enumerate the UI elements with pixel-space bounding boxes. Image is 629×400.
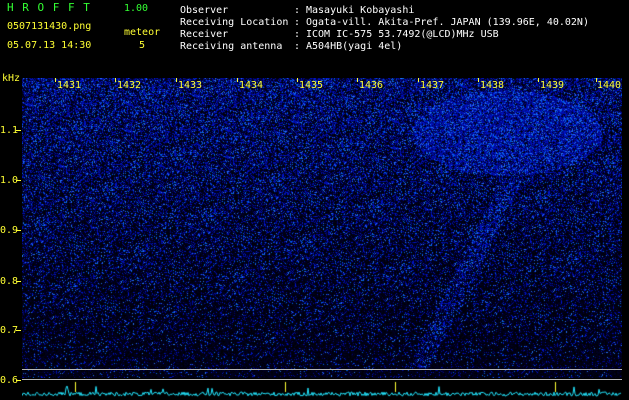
x-tick-label: 1439 [540,80,565,91]
x-tick-mark [357,78,358,82]
x-tick-label: 1434 [239,80,264,91]
x-tick-label: 1440 [597,80,622,91]
location-value: Ogata-vill. Akita-Pref. JAPAN (139.96E, … [306,17,589,28]
receiver-label: Receiver [180,29,229,40]
y-tick-mark [16,330,21,331]
meteor-count-label: meteor [124,27,161,38]
antenna-value: A504HB(yagi 4el) [306,41,403,52]
observation-datetime: 05.07.13 14:30 [7,40,92,51]
observer-colon: : [294,5,301,16]
amplitude-trace [22,380,622,400]
x-tick-mark [55,78,56,82]
x-tick-mark [478,78,479,82]
file-name: 0507131430.png [7,21,92,32]
x-tick-label: 1436 [359,80,384,91]
y-tick-mark [16,230,21,231]
antenna-label: Receiving antenna [180,41,283,52]
y-axis-unit: kHz [2,73,21,84]
app-version: 1.00 [124,3,149,14]
y-tick-mark [16,180,21,181]
amplitude-ceiling-line [22,369,622,370]
meteor-count-value: 5 [139,40,146,51]
y-tick-mark [16,281,21,282]
receiver-value: ICOM IC-575 53.7492(@LCD)MHz USB [306,29,499,40]
x-tick-label: 1431 [57,80,82,91]
app-title: H R O F F T [7,1,91,14]
location-colon: : [294,17,301,28]
spectrogram [22,78,622,378]
x-tick-mark [115,78,116,82]
observer-value: Masayuki Kobayashi [306,5,415,16]
x-tick-mark [538,78,539,82]
antenna-colon: : [294,41,301,52]
x-tick-label: 1432 [117,80,142,91]
receiver-colon: : [294,29,301,40]
x-tick-label: 1437 [420,80,445,91]
x-tick-mark [418,78,419,82]
x-tick-mark [237,78,238,82]
x-tick-label: 1435 [299,80,324,91]
location-label: Receiving Location [180,17,289,28]
x-tick-label: 1438 [480,80,505,91]
y-tick-mark [16,130,21,131]
y-tick-mark [16,380,21,381]
observer-label: Observer [180,5,229,16]
x-tick-mark [297,78,298,82]
x-tick-label: 1433 [178,80,203,91]
x-tick-mark [176,78,177,82]
